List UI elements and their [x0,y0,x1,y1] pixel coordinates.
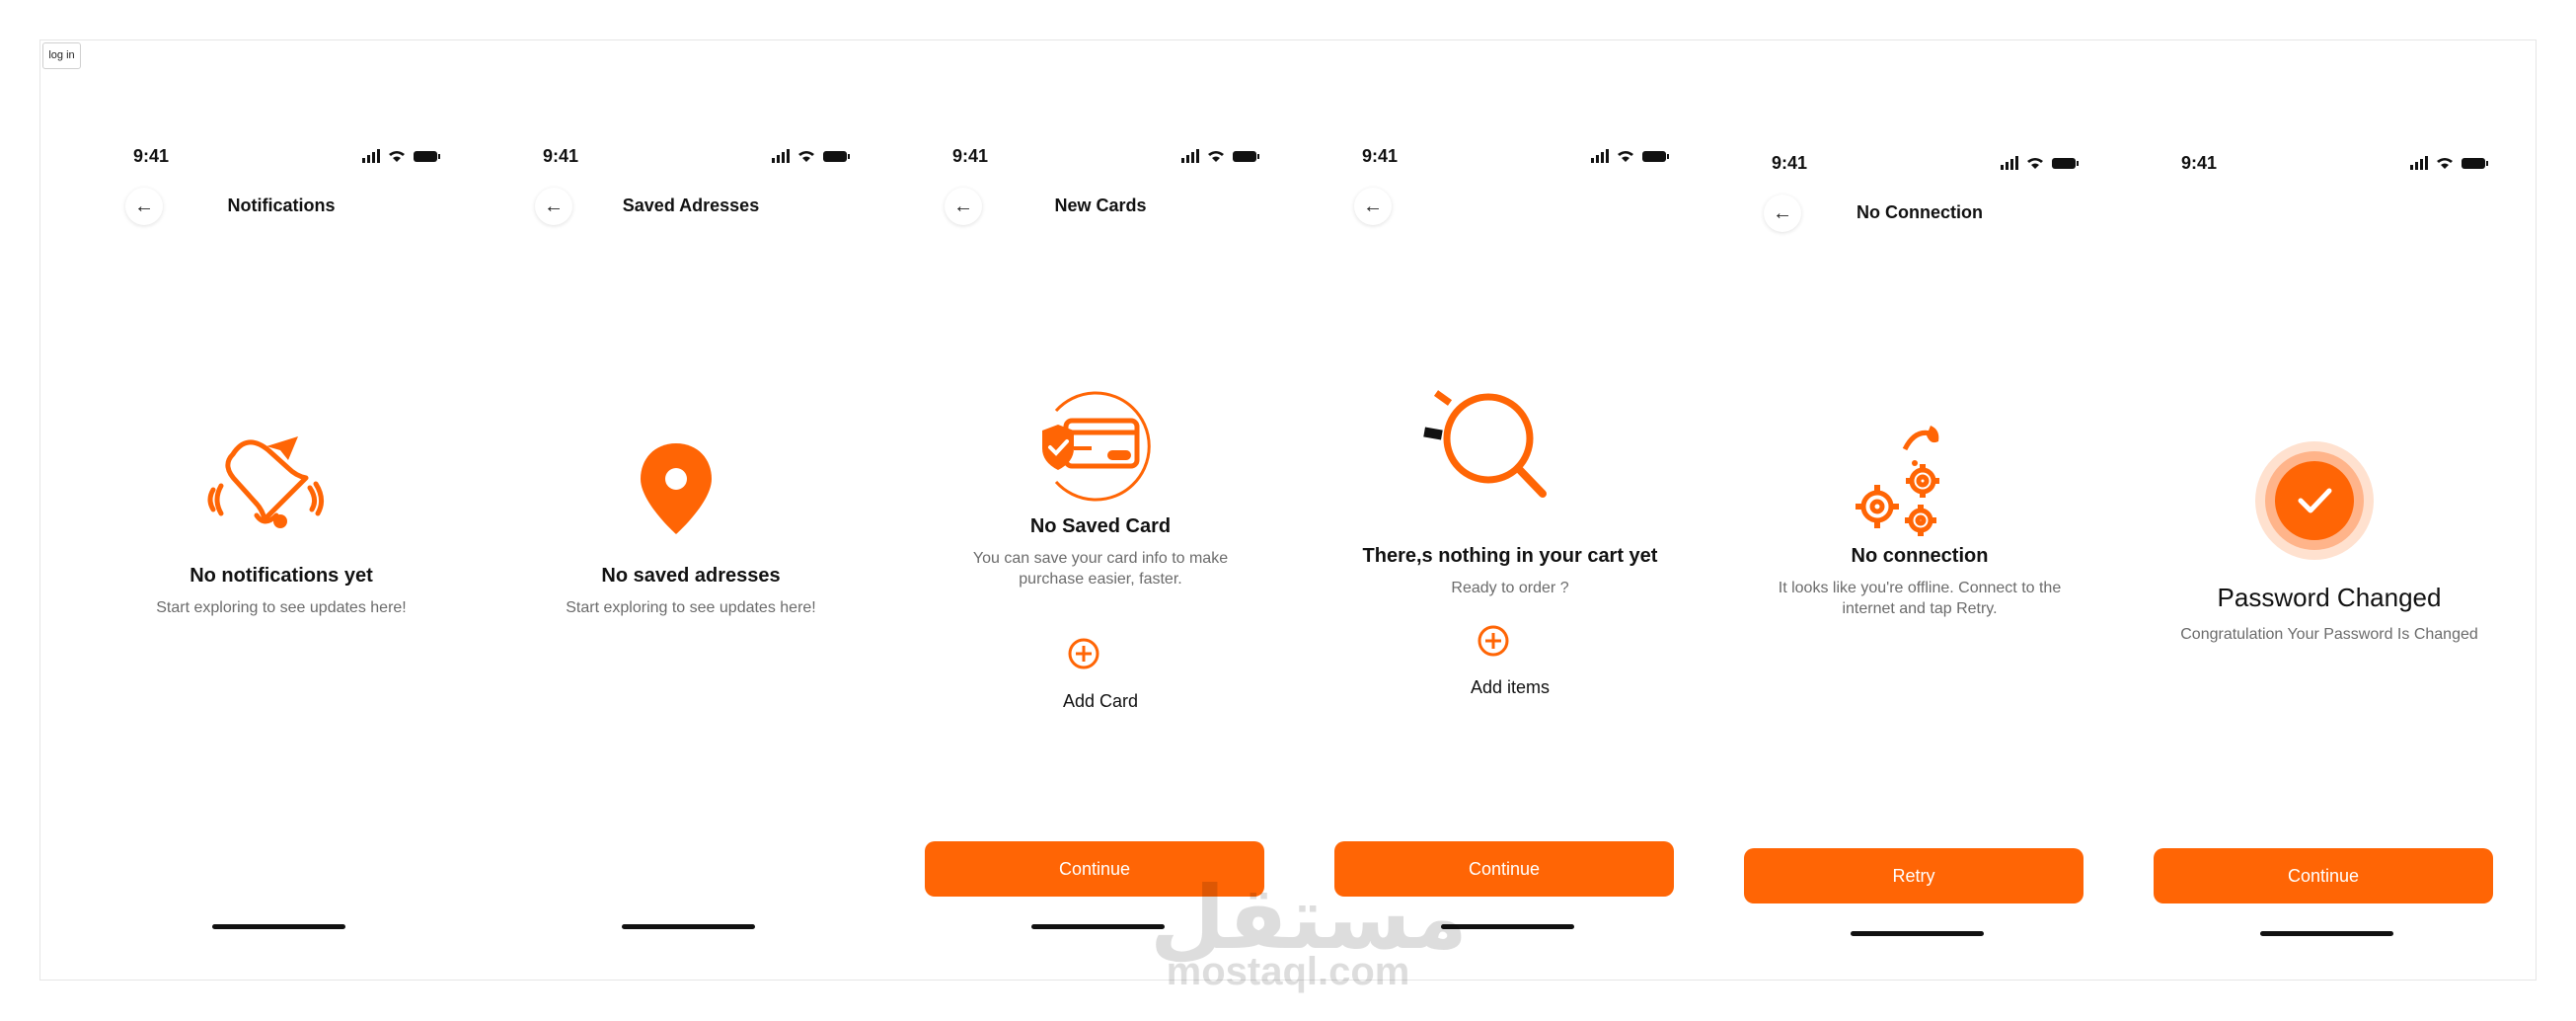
status-time: 9:41 [1362,146,1399,166]
empty-heading: No saved adresses [601,565,781,587]
status-icons [1181,149,1259,163]
top-bar: ← [1323,188,1698,227]
status-icons [2410,156,2488,170]
status-bar: 9:41 [503,138,878,168]
page-title: Saved Adresses [622,196,760,215]
empty-heading: There,s nothing in your cart yet [1362,545,1658,567]
home-indicator [1031,924,1165,929]
screen-empty-cart: 9:41 ← There,s nothing in your cart yet … [1323,138,1698,968]
empty-heading: No Saved Card [1029,515,1172,537]
status-bar: 9:41 [913,138,1288,168]
watermark: مستقل mostaql.com [1150,869,1468,997]
screen-password-changed: 9:41 Password Changed Congratulation You… [2142,145,2517,975]
add-circle-icon[interactable] [1067,637,1100,670]
top-bar: ← Saved Adresses [503,188,878,227]
screen-new-cards: 9:41 ← New Cards No Saved Card You can s… [913,138,1288,968]
status-time: 9:41 [2181,153,2218,173]
add-card-link[interactable]: Add Card [913,691,1288,712]
add-items-link[interactable]: Add items [1323,677,1698,698]
status-bar: 9:41 [1732,145,2107,175]
broken-gears-icon [1856,426,1939,536]
empty-subtext: Start exploring to see updates here! [156,599,407,616]
back-button[interactable]: ← [1354,188,1392,225]
continue-button[interactable]: Continue [2154,848,2493,903]
status-time: 9:41 [952,146,989,166]
status-bar: 9:41 [1323,138,1698,168]
status-time: 9:41 [1772,153,1808,173]
status-icons [362,149,440,163]
empty-heading: No connection [1851,545,1989,567]
magnifier-icon [1423,390,1547,498]
status-icons [2001,156,2079,170]
home-indicator [212,924,345,929]
status-icons [772,149,850,163]
success-heading: Password Changed [2217,583,2442,612]
status-icons [1591,149,1669,163]
page-title: No Connection [1856,202,1983,222]
success-subtext: Congratulation Your Password Is Changed [2180,626,2478,643]
page-title: New Cards [1054,196,1147,215]
status-time: 9:41 [133,146,170,166]
top-bar: ← New Cards [913,188,1288,227]
home-indicator [622,924,755,929]
arrow-left-icon: ← [1363,195,1383,217]
top-bar: ← Notifications [94,188,469,227]
status-bar: 9:41 [2142,145,2517,175]
bell-icon [207,436,324,528]
status-bar: 9:41 [94,138,469,168]
empty-subtext: You can save your card info to make purc… [972,550,1229,588]
empty-subtext: It looks like you're offline. Connect to… [1778,580,2062,617]
screen-saved-addresses: 9:41 ← Saved Adresses No saved adresses … [503,138,878,968]
add-circle-icon[interactable] [1477,624,1510,658]
page-title: Notifications [227,196,336,215]
home-indicator [1851,931,1984,936]
empty-subtext: Ready to order ? [1451,580,1569,596]
empty-heading: No notifications yet [189,565,373,587]
top-bar: ← No Connection [1732,195,2107,234]
credit-card-shield-icon [1042,391,1151,502]
login-tag[interactable]: log in [42,42,81,69]
retry-button[interactable]: Retry [1744,848,2084,903]
status-time: 9:41 [543,146,579,166]
screen-notifications: 9:41 ← Notifications No notifications ye… [94,138,469,968]
location-pin-icon [641,443,712,534]
watermark-latin: mostaql.com [1166,950,1410,993]
home-indicator [2260,931,2393,936]
screen-no-connection: 9:41 ← No Connection No connection It lo… [1732,145,2107,975]
success-check-icon [2255,441,2374,560]
empty-subtext: Start exploring to see updates here! [566,599,816,616]
